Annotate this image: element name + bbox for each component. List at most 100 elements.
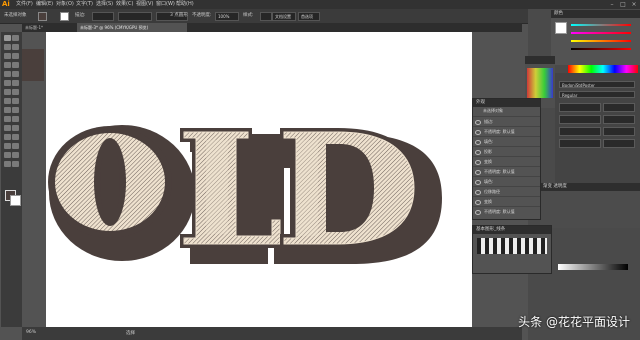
selection-tool-icon[interactable]: [4, 35, 11, 41]
stroke-swatch[interactable]: [10, 195, 21, 206]
graphic-style-select[interactable]: [260, 12, 272, 21]
font-style-field[interactable]: Regular: [559, 91, 635, 98]
eye-icon[interactable]: [475, 180, 481, 185]
fill-color-swatch[interactable]: [38, 12, 47, 21]
gradient-slider[interactable]: [558, 264, 628, 270]
eye-icon[interactable]: [475, 190, 481, 195]
baseline-shift-field[interactable]: [559, 139, 601, 148]
type-tool-icon[interactable]: [4, 62, 11, 68]
curvature-tool-icon[interactable]: [12, 53, 19, 59]
gradient-tool-icon[interactable]: [12, 125, 19, 131]
stroke-color-swatch[interactable]: [60, 12, 69, 21]
eye-icon[interactable]: [475, 200, 481, 205]
perspective-grid-tool-icon[interactable]: [12, 116, 19, 122]
menu-type[interactable]: 文字(T): [76, 0, 93, 9]
appearance-panel: 外观 未选择对象 描边: 不透明度: 默认值 填色: 投影 变换 不透明度: 默…: [472, 98, 541, 220]
rotate-tool-icon[interactable]: [4, 98, 11, 104]
eye-icon[interactable]: [475, 170, 481, 175]
vertical-scale-field[interactable]: [559, 127, 601, 136]
rectangle-tool-icon[interactable]: [4, 71, 11, 77]
tab-document-1[interactable]: 未标题-1*: [22, 23, 52, 32]
letter-o: [48, 126, 172, 238]
menu-file[interactable]: 文件(F): [16, 0, 33, 9]
eye-icon[interactable]: [475, 150, 481, 155]
menu-bar: Ai 文件(F) 编辑(E) 对象(O) 文字(T) 选择(S) 效果(C) 视…: [0, 0, 640, 9]
tools-panel: [1, 32, 22, 327]
cyan-slider[interactable]: [571, 24, 631, 26]
shape-builder-tool-icon[interactable]: [4, 116, 11, 122]
magenta-slider[interactable]: [571, 32, 631, 34]
symbol-sprayer-tool-icon[interactable]: [4, 143, 11, 149]
width-tool-icon[interactable]: [4, 107, 11, 113]
tracking-field[interactable]: [603, 115, 635, 124]
window-controls: – □ ×: [608, 0, 638, 9]
slice-tool-icon[interactable]: [12, 152, 19, 158]
menu-view[interactable]: 视图(V): [136, 0, 153, 9]
scale-tool-icon[interactable]: [12, 98, 19, 104]
eraser-tool-icon[interactable]: [4, 89, 11, 95]
magic-wand-tool-icon[interactable]: [4, 44, 11, 50]
doc-setup-button[interactable]: 文档设置: [272, 12, 296, 21]
close-icon[interactable]: ×: [630, 1, 638, 8]
stroke-label: 描边:: [75, 13, 86, 18]
menu-window[interactable]: 窗口(W): [156, 0, 175, 9]
pencil-tool-icon[interactable]: [12, 80, 19, 86]
mesh-tool-icon[interactable]: [4, 125, 11, 131]
scissors-tool-icon[interactable]: [12, 89, 19, 95]
font-family-field[interactable]: BodoniStdPoster: [559, 81, 635, 88]
swatch-grid[interactable]: [527, 68, 553, 98]
transparency-panel: 渐变 透明度: [540, 183, 640, 228]
document-tabs: 未标题-1* 未标题-3* @ 96% (CMYK/GPU 预览): [22, 23, 522, 32]
lasso-tool-icon[interactable]: [12, 44, 19, 50]
rotation-field[interactable]: [603, 139, 635, 148]
free-transform-tool-icon[interactable]: [12, 107, 19, 113]
menu-object[interactable]: 对象(O): [56, 0, 74, 9]
menu-help[interactable]: 帮助(H): [176, 0, 194, 9]
stroke-weight-input[interactable]: [92, 12, 114, 21]
preferences-button[interactable]: 首选项: [298, 12, 320, 21]
color-panel-title: 颜色: [551, 10, 640, 18]
black-slider[interactable]: [571, 48, 631, 50]
eyedropper-tool-icon[interactable]: [4, 134, 11, 140]
color-fill-indicator[interactable]: [555, 22, 567, 34]
brush-style-label: 3 点圆形: [170, 13, 188, 18]
kerning-field[interactable]: [559, 115, 601, 124]
opacity-input[interactable]: 100%: [215, 12, 239, 21]
zoom-tool-icon[interactable]: [12, 161, 19, 167]
blend-tool-icon[interactable]: [12, 134, 19, 140]
paintbrush-tool-icon[interactable]: [12, 71, 19, 77]
eye-icon[interactable]: [475, 210, 481, 215]
eye-icon[interactable]: [475, 140, 481, 145]
zoom-readout[interactable]: 96%: [26, 330, 36, 335]
maximize-icon[interactable]: □: [619, 1, 627, 8]
minimize-icon[interactable]: –: [608, 1, 616, 8]
eye-icon[interactable]: [475, 120, 481, 125]
color-spectrum[interactable]: [568, 65, 638, 73]
eye-icon[interactable]: [475, 160, 481, 165]
horizontal-scale-field[interactable]: [603, 127, 635, 136]
appearance-item-label: 不透明度: 默认值: [484, 209, 515, 214]
pen-tool-icon[interactable]: [4, 53, 11, 59]
tab-document-3[interactable]: 未标题-3* @ 96% (CMYK/GPU 预览): [77, 23, 187, 32]
hand-tool-icon[interactable]: [4, 161, 11, 167]
appearance-item[interactable]: 不透明度: 默认值: [473, 206, 540, 217]
eye-icon[interactable]: [475, 130, 481, 135]
selection-status: 未选择对象: [4, 13, 27, 18]
yellow-slider[interactable]: [571, 40, 631, 42]
menu-edit[interactable]: 编辑(E): [36, 0, 53, 9]
variable-width-select[interactable]: [118, 12, 152, 21]
old-artwork[interactable]: [22, 32, 472, 327]
current-tool-readout: 选择: [126, 331, 135, 336]
graph-tool-icon[interactable]: [12, 143, 19, 149]
shaper-tool-icon[interactable]: [4, 80, 11, 86]
menu-effect[interactable]: 效果(C): [116, 0, 133, 9]
menu-select[interactable]: 选择(S): [96, 0, 113, 9]
leading-field[interactable]: [603, 103, 635, 112]
line-tool-icon[interactable]: [12, 62, 19, 68]
canvas-area[interactable]: [22, 32, 472, 327]
font-size-field[interactable]: [559, 103, 601, 112]
line-pattern-swatches[interactable]: [477, 238, 547, 254]
direct-selection-tool-icon[interactable]: [12, 35, 19, 41]
preferences-label: 首选项: [301, 14, 313, 19]
artboard-tool-icon[interactable]: [4, 152, 11, 158]
